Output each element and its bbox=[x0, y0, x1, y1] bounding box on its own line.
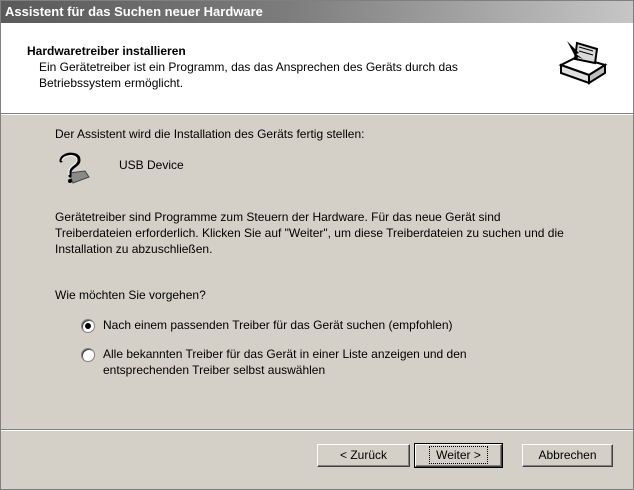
unknown-device-icon bbox=[59, 152, 90, 184]
cancel-button[interactable]: Abbrechen bbox=[522, 444, 613, 467]
option-label: Nach einem passenden Treiber für das Ger… bbox=[103, 318, 453, 332]
option-list-drivers[interactable]: Alle bekannten Treiber für das Gerät in … bbox=[81, 346, 543, 378]
footer-divider bbox=[1, 429, 633, 431]
header-description: Ein Gerätetreiber ist ein Programm, das … bbox=[39, 60, 458, 90]
header-title: Hardwaretreiber installieren bbox=[27, 44, 186, 58]
option-label: Alle bekannten Treiber für das Gerät in … bbox=[103, 347, 467, 377]
device-name: USB Device bbox=[119, 158, 184, 172]
hardware-install-icon bbox=[557, 35, 609, 87]
radio-button[interactable] bbox=[81, 348, 95, 362]
option-search-driver[interactable]: Nach einem passenden Treiber für das Ger… bbox=[81, 317, 543, 333]
header-divider bbox=[1, 113, 633, 115]
title-bar[interactable]: Assistent für das Suchen neuer Hardware bbox=[1, 1, 633, 23]
next-button-label: Weiter > bbox=[429, 446, 488, 464]
question-label: Wie möchten Sie vorgehen? bbox=[55, 288, 206, 302]
wizard-header: Hardwaretreiber installieren Ein Gerätet… bbox=[1, 23, 633, 113]
intro-text: Der Assistent wird die Installation des … bbox=[55, 127, 365, 141]
next-button[interactable]: Weiter > bbox=[414, 443, 503, 468]
back-button[interactable]: < Zurück bbox=[317, 444, 410, 467]
wizard-window: Assistent für das Suchen neuer Hardware … bbox=[0, 0, 634, 490]
driver-info-text: Gerätetreiber sind Programme zum Steuern… bbox=[55, 210, 564, 256]
window-title: Assistent für das Suchen neuer Hardware bbox=[5, 4, 263, 19]
radio-button-checked[interactable] bbox=[81, 319, 95, 333]
